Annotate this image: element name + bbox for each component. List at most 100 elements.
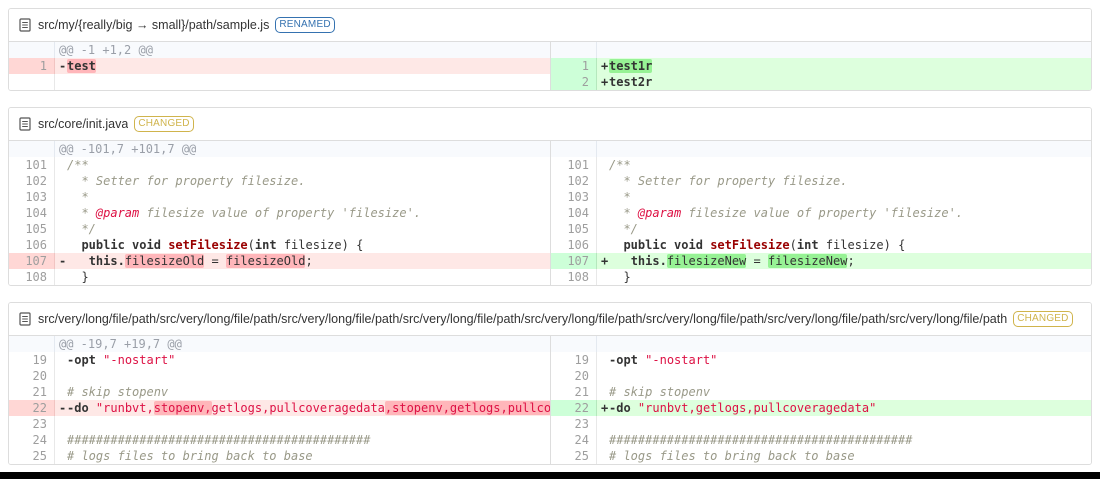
- diff-line-prefix: +: [601, 401, 609, 415]
- code-token: filesize) {: [818, 238, 906, 252]
- code-token: # logs files to bring back to base: [67, 449, 313, 463]
- code-token: -opt: [67, 353, 96, 367]
- code-line-content: */: [597, 221, 1091, 237]
- code-line-content: }: [597, 269, 1091, 285]
- code-line-row: 105 */: [551, 221, 1091, 237]
- code-token: -opt: [609, 353, 638, 367]
- line-number: [551, 42, 597, 58]
- code-line-row: 24 ######################################…: [551, 432, 1091, 448]
- line-number: 101: [551, 157, 597, 173]
- diff-line-prefix: -: [59, 401, 67, 415]
- line-number: 24: [551, 432, 597, 448]
- hunk-header-row: [551, 42, 1091, 58]
- code-token: filesize value of property 'filesize'.: [139, 206, 422, 220]
- code-line-content: [55, 74, 550, 90]
- code-token: void: [132, 238, 161, 252]
- word-diff-highlight: filesizeNew: [767, 254, 848, 268]
- code-line-row: 22 +-do "runbvt,getlogs,pullcoveragedata": [551, 400, 1091, 416]
- hunk-header-row: @@ -101,7 +101,7 @@: [9, 141, 550, 157]
- code-token: "-nostart": [645, 353, 718, 367]
- diff-table-right: 19 -opt "-nostart" 20 21 # skip stopenv 22 +-d…: [550, 336, 1091, 464]
- empty-placeholder-row: [9, 74, 550, 90]
- code-line-row: 24 ######################################…: [9, 432, 550, 448]
- code-line-content: # logs files to bring back to base: [597, 448, 1091, 464]
- code-token: }: [609, 270, 631, 284]
- code-line-row: 1 +test1r: [551, 58, 1091, 74]
- code-token: "runbvt,: [95, 401, 154, 415]
- line-number: 21: [9, 384, 55, 400]
- line-number: 105: [551, 221, 597, 237]
- line-number: [9, 42, 55, 58]
- code-line-row: 25 # logs files to bring back to base: [9, 448, 550, 464]
- line-number: 104: [9, 205, 55, 221]
- line-number: 22: [9, 400, 55, 416]
- code-line-row: 102 * Setter for property filesize.: [551, 173, 1091, 189]
- code-token: (: [789, 238, 797, 252]
- code-token: getlogs,pullcoveragedata: [211, 401, 385, 415]
- word-diff-highlight: ,stopenv,getlogs,pullcoveragedata: [384, 401, 550, 415]
- code-token: int: [796, 238, 819, 252]
- code-line-content: ########################################…: [597, 432, 1091, 448]
- code-line-content: }: [55, 269, 550, 285]
- hunk-header-text: [597, 42, 1091, 58]
- diff-table-right: 1 +test1r 2 +test2r: [550, 42, 1091, 90]
- code-line-content: *: [597, 189, 1091, 205]
- line-number: 108: [551, 269, 597, 285]
- code-line-row: 20: [9, 368, 550, 384]
- file-header: src/very/long/file/path/src/very/long/fi…: [9, 303, 1091, 336]
- hunk-header-row: @@ -1 +1,2 @@: [9, 42, 550, 58]
- code-token: setFilesize: [710, 238, 790, 252]
- code-token: ;: [305, 254, 313, 268]
- code-token: ########################################…: [67, 433, 371, 447]
- hunk-header-text: [597, 141, 1091, 157]
- hunk-header-row: [551, 141, 1091, 157]
- code-line-row: 20: [551, 368, 1091, 384]
- code-token: *: [609, 206, 638, 220]
- code-line-row: 19 -opt "-nostart": [9, 352, 550, 368]
- file-status-badge: RENAMED: [275, 17, 335, 33]
- code-line-content: public void setFilesize(int filesize) {: [55, 237, 550, 253]
- code-token: -do: [67, 401, 89, 415]
- line-number: 103: [9, 189, 55, 205]
- file-document-icon: [19, 312, 31, 326]
- line-number: 107: [9, 253, 55, 269]
- code-line-row: 106 public void setFilesize(int filesize…: [9, 237, 550, 253]
- code-line-row: 19 -opt "-nostart": [551, 352, 1091, 368]
- code-line-row: 1 -test: [9, 58, 550, 74]
- code-line-row: 23: [551, 416, 1091, 432]
- diff-viewer-page: src/my/{really/big → small}/path/sample.…: [0, 0, 1100, 479]
- line-number: 23: [9, 416, 55, 432]
- code-line-row: 104 * @param filesize value of property …: [9, 205, 550, 221]
- code-token: -do: [609, 401, 631, 415]
- line-number: 106: [551, 237, 597, 253]
- code-line-content: [55, 368, 550, 384]
- word-diff-highlight: filesizeNew: [666, 254, 747, 268]
- code-line-content: [597, 368, 1091, 384]
- line-number: 19: [9, 352, 55, 368]
- code-token: # skip stopenv: [67, 385, 169, 399]
- code-line-row: 103 *: [9, 189, 550, 205]
- code-token: =: [746, 254, 768, 268]
- bottom-edge-bar: [0, 472, 1100, 479]
- line-number: 108: [9, 269, 55, 285]
- code-token: *: [609, 190, 631, 204]
- line-number: [9, 141, 55, 157]
- line-number: 106: [9, 237, 55, 253]
- line-number: 1: [9, 58, 55, 74]
- code-line-content: /**: [55, 157, 550, 173]
- line-number: 21: [551, 384, 597, 400]
- word-diff-highlight: filesizeOld: [124, 254, 205, 268]
- code-line-row: 103 *: [551, 189, 1091, 205]
- hunk-header-row: [551, 336, 1091, 352]
- file-status-badge: CHANGED: [1013, 311, 1073, 327]
- code-line-row: 108 }: [9, 269, 550, 285]
- code-line-row: 21 # skip stopenv: [551, 384, 1091, 400]
- line-number: 107: [551, 253, 597, 269]
- line-number: [551, 336, 597, 352]
- file-header: src/core/init.java CHANGED: [9, 108, 1091, 141]
- line-number: [9, 74, 55, 90]
- line-number: 25: [551, 448, 597, 464]
- code-token: void: [674, 238, 703, 252]
